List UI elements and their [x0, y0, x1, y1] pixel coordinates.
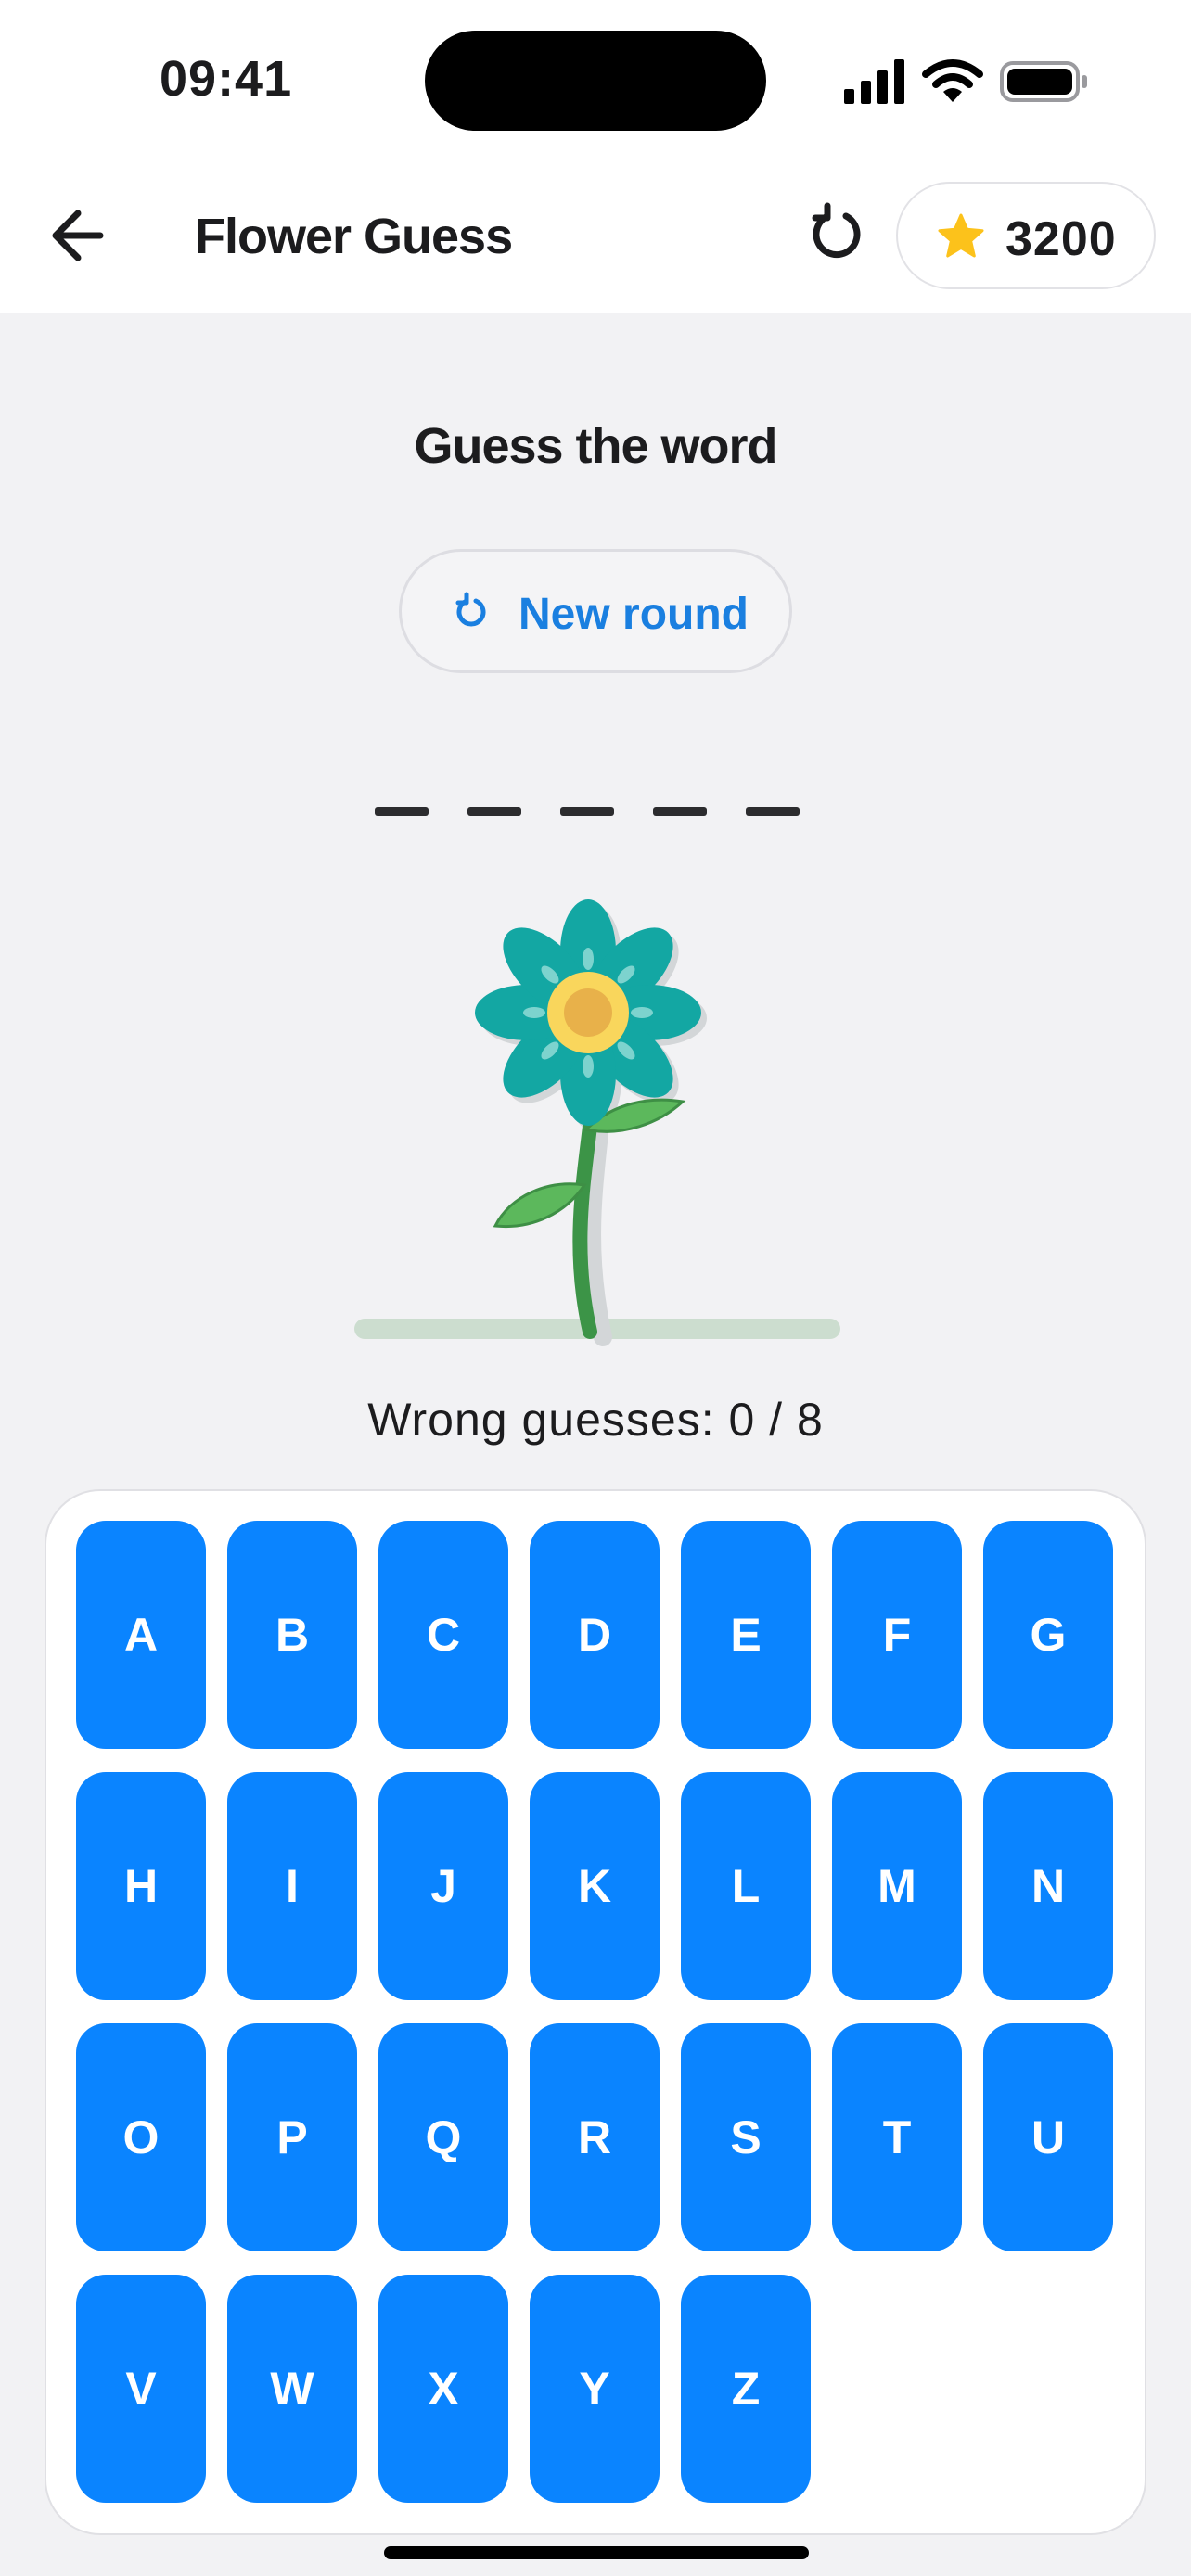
letter-keyboard: ABCDEFG HIJKLMN OPQRSTU VWXYZ	[45, 1489, 1146, 2535]
new-round-button[interactable]: New round	[399, 549, 792, 673]
key-q[interactable]: Q	[378, 2023, 508, 2251]
key-c[interactable]: C	[378, 1521, 508, 1749]
refresh-icon	[812, 202, 861, 259]
refresh-icon	[455, 592, 486, 627]
dynamic-island	[425, 31, 766, 131]
key-p[interactable]: P	[227, 2023, 357, 2251]
flower-illustration	[354, 899, 840, 1346]
key-f[interactable]: F	[832, 1521, 962, 1749]
page-title: Flower Guess	[195, 209, 513, 264]
key-r[interactable]: R	[530, 2023, 660, 2251]
key-j[interactable]: J	[378, 1772, 508, 2000]
key-n[interactable]: N	[983, 1772, 1113, 2000]
refresh-button[interactable]	[790, 189, 883, 282]
wifi-icon	[922, 59, 983, 102]
key-s[interactable]: S	[681, 2023, 811, 2251]
letter-slot	[560, 807, 614, 816]
key-b[interactable]: B	[227, 1521, 357, 1749]
key-w[interactable]: W	[227, 2275, 357, 2503]
flower-head	[475, 899, 701, 1126]
key-x[interactable]: X	[378, 2275, 508, 2503]
letter-slot	[375, 807, 429, 816]
key-m[interactable]: M	[832, 1772, 962, 2000]
flower-leaf	[493, 1182, 587, 1229]
key-l[interactable]: L	[681, 1772, 811, 2000]
key-g[interactable]: G	[983, 1521, 1113, 1749]
game-headline: Guess the word	[414, 418, 777, 474]
key-u[interactable]: U	[983, 2023, 1113, 2251]
back-button[interactable]	[37, 191, 126, 280]
star-icon	[938, 213, 984, 258]
status-time: 09:41	[160, 51, 293, 107]
key-k[interactable]: K	[530, 1772, 660, 2000]
new-round-label: New round	[519, 590, 749, 639]
back-arrow-icon	[52, 210, 104, 261]
key-t[interactable]: T	[832, 2023, 962, 2251]
key-d[interactable]: D	[530, 1521, 660, 1749]
key-i[interactable]: I	[227, 1772, 357, 2000]
key-v[interactable]: V	[76, 2275, 206, 2503]
key-o[interactable]: O	[76, 2023, 206, 2251]
key-y[interactable]: Y	[530, 2275, 660, 2503]
letter-slot	[653, 807, 707, 816]
score-badge[interactable]: 3200	[896, 182, 1156, 289]
key-a[interactable]: A	[76, 1521, 206, 1749]
signal-icon	[844, 59, 904, 104]
key-e[interactable]: E	[681, 1521, 811, 1749]
score-value: 3200	[1005, 212, 1117, 266]
battery-icon	[1000, 61, 1087, 102]
wrong-guesses-counter: Wrong guesses: 0 / 8	[367, 1394, 824, 1446]
app-header: Flower Guess 3200	[0, 158, 1191, 313]
home-indicator	[384, 2546, 809, 2559]
key-h[interactable]: H	[76, 1772, 206, 2000]
letter-slot	[746, 807, 800, 816]
letter-slot	[467, 807, 521, 816]
status-bar: 09:41	[0, 0, 1191, 158]
key-z[interactable]: Z	[681, 2275, 811, 2503]
